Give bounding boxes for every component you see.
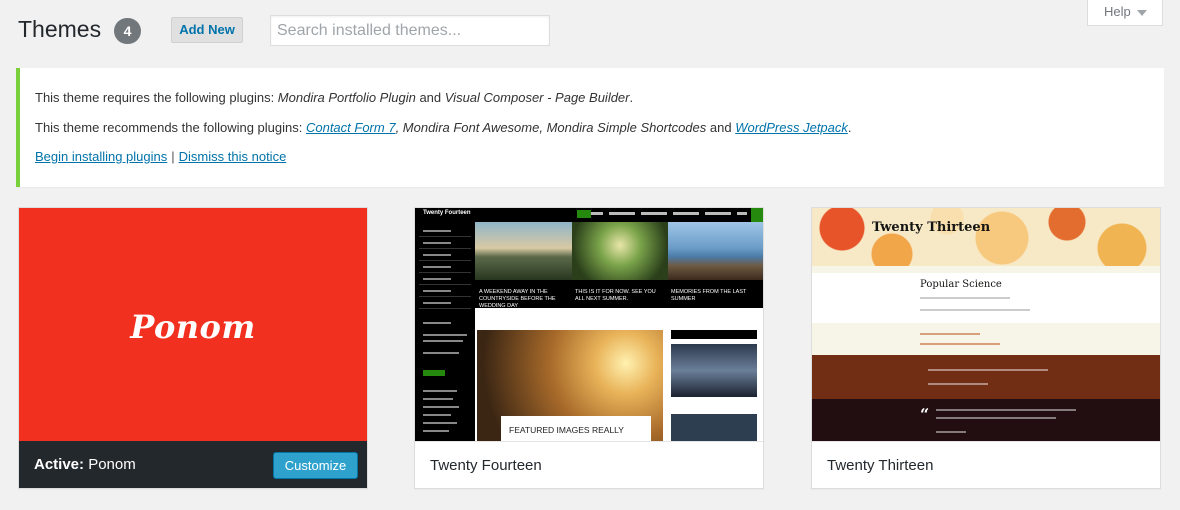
theme-card-ponom[interactable]: Ponom Active: Ponom Customize xyxy=(18,207,368,489)
preview-section xyxy=(812,323,1160,355)
contact-form-7-link[interactable]: Contact Form 7 xyxy=(306,120,396,135)
theme-name-bar: Twenty Thirteen xyxy=(812,441,1160,488)
preview-header: Twenty Thirteen xyxy=(812,208,1160,266)
theme-name: Twenty Thirteen xyxy=(827,457,934,474)
notice-separator: | xyxy=(171,149,175,164)
preview-photo xyxy=(572,222,668,280)
recommended-plugins-text: This theme recommends the following plug… xyxy=(35,120,852,135)
dismiss-notice-link[interactable]: Dismiss this notice xyxy=(179,149,287,164)
help-tab-button[interactable]: Help xyxy=(1087,0,1163,26)
preview-featured-heading: FEATURED IMAGES REALLY xyxy=(509,425,624,435)
preview-header: Twenty Fourteen xyxy=(415,208,763,222)
theme-count-badge: 4 xyxy=(114,18,141,44)
theme-screenshot[interactable]: Twenty Fourteen A WEEKEND AWAY IN THE CO… xyxy=(415,208,763,441)
preview-section xyxy=(812,355,1160,399)
begin-installing-plugins-link[interactable]: Begin installing plugins xyxy=(35,149,167,164)
theme-card-twenty-fourteen[interactable]: Twenty Fourteen A WEEKEND AWAY IN THE CO… xyxy=(414,207,764,489)
preview-site-title: Twenty Fourteen xyxy=(423,210,471,216)
required-plugin-1: Mondira Portfolio Plugin xyxy=(277,90,416,105)
preview-site-title: Twenty Thirteen xyxy=(872,220,991,235)
preview-quote: “ xyxy=(812,399,1160,441)
preview-photo xyxy=(475,222,572,280)
preview-search-icon xyxy=(751,208,763,222)
preview-featured-image: FEATURED IMAGES REALLY xyxy=(477,330,663,441)
add-new-button[interactable]: Add New xyxy=(171,17,243,43)
theme-name: Twenty Fourteen xyxy=(430,457,542,474)
preview-photo xyxy=(668,222,763,280)
quote-icon: “ xyxy=(920,405,930,424)
page-title: Themes xyxy=(18,16,102,42)
caret-down-icon xyxy=(1137,10,1147,16)
preview-captions: A WEEKEND AWAY IN THE COUNTRYSIDE BEFORE… xyxy=(475,280,763,309)
plugin-notice: This theme requires the following plugin… xyxy=(16,68,1164,187)
preview-post: Popular Science xyxy=(812,273,1160,323)
wordpress-jetpack-link[interactable]: WordPress Jetpack xyxy=(735,120,848,135)
notice-actions: Begin installing plugins | Dismiss this no… xyxy=(35,149,286,164)
required-plugins-text: This theme requires the following plugin… xyxy=(35,90,634,105)
customize-button[interactable]: Customize xyxy=(273,452,358,479)
search-input[interactable] xyxy=(270,15,550,46)
preview-post-title: Popular Science xyxy=(920,279,1002,290)
ponom-logo: Ponom xyxy=(130,308,256,346)
preview-sidebar xyxy=(415,222,475,441)
theme-screenshot[interactable]: Twenty Thirteen Popular Science “ xyxy=(812,208,1160,441)
theme-name-bar: Active: Ponom Customize xyxy=(19,441,367,488)
theme-name-bar: Twenty Fourteen xyxy=(415,441,763,488)
help-label: Help xyxy=(1104,4,1131,19)
required-plugin-2: Visual Composer - Page Builder xyxy=(444,90,630,105)
theme-screenshot[interactable]: Ponom xyxy=(19,208,367,441)
theme-name: Active: Ponom xyxy=(34,456,136,473)
theme-card-twenty-thirteen[interactable]: Twenty Thirteen Popular Science “ Twenty… xyxy=(811,207,1161,489)
preview-videos xyxy=(671,330,757,441)
preview-nav xyxy=(812,266,1160,273)
